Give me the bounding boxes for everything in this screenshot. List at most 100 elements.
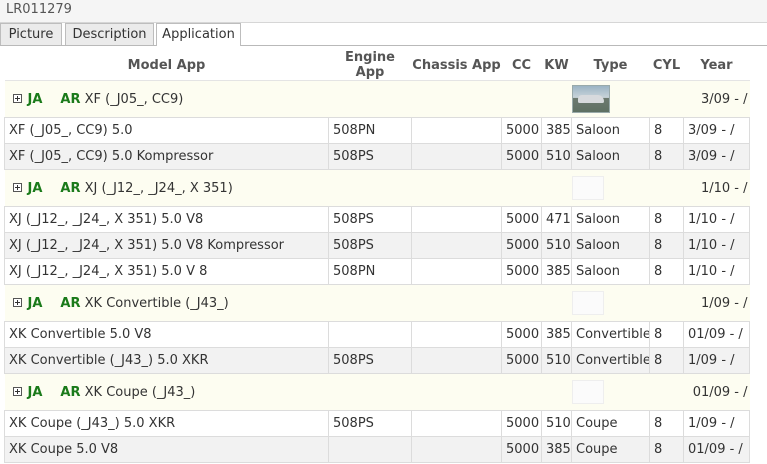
group-model-name: XJ (_J12_, _J24_, X 351) xyxy=(84,180,233,196)
cell-cyl: 8 xyxy=(649,143,684,170)
brand-name-start: JA xyxy=(27,91,43,107)
cell-cc: 5000 xyxy=(501,321,542,348)
cell-kw: 385 xyxy=(541,117,572,144)
brand-name-start: JA xyxy=(27,295,43,311)
cell-kw: 510 xyxy=(541,143,572,170)
expand-icon[interactable] xyxy=(12,93,22,103)
group-year: 1/09 - / xyxy=(649,284,750,322)
cell-cc: 5000 xyxy=(501,232,542,259)
cell-cc: 5000 xyxy=(501,117,542,144)
cell-kw: 385 xyxy=(541,321,572,348)
expand-icon[interactable] xyxy=(12,297,22,307)
cell-cc: 5000 xyxy=(501,143,542,170)
col-header-type: Type xyxy=(571,50,650,81)
group-model-name: XK Convertible (_J43_) xyxy=(84,295,229,311)
group-model-name: XF (_J05_, CC9) xyxy=(84,91,184,107)
cell-model: XF (_J05_, CC9) 5.0 xyxy=(4,117,329,144)
group-row[interactable]: JA AR XK Coupe (_J43_) 01/09 - / xyxy=(4,373,750,411)
group-title-cell[interactable]: JA AR XF (_J05_, CC9) xyxy=(4,80,572,118)
cell-cyl: 8 xyxy=(649,347,684,374)
no-image-placeholder-icon xyxy=(571,380,604,404)
cell-cyl: 8 xyxy=(649,232,684,259)
cell-year: 1/10 - / xyxy=(683,232,750,259)
table-row[interactable]: XK Coupe (_J43_) 5.0 XKR 508PS 5000 510 Coup… xyxy=(4,410,750,437)
table-row[interactable]: XJ (_J12_, _J24_, X 351) 5.0 V8 Kompress… xyxy=(4,232,750,259)
cell-cyl: 8 xyxy=(649,321,684,348)
brand-name-end: AR xyxy=(60,180,81,196)
cell-engine: 508PS xyxy=(328,143,412,170)
cell-model: XJ (_J12_, _J24_, X 351) 5.0 V8 Kompress… xyxy=(4,232,329,259)
cell-chassis xyxy=(411,347,502,374)
car-thumbnail-image[interactable] xyxy=(571,85,610,113)
part-number: LR011279 xyxy=(6,2,72,17)
header-bar: LR011279 xyxy=(0,0,767,23)
application-table: Model App Engine App Chassis App CC KW T… xyxy=(4,50,750,463)
cell-cc: 5000 xyxy=(501,410,542,437)
tab-description[interactable]: Description xyxy=(65,23,154,45)
cell-cyl: 8 xyxy=(649,206,684,233)
cell-engine xyxy=(328,321,412,348)
table-row[interactable]: XF (_J05_, CC9) 5.0 Kompressor 508PS 5000 5… xyxy=(4,143,750,170)
table-row[interactable]: XK Convertible (_J43_) 5.0 XKR 508PS 5000 5… xyxy=(4,347,750,374)
cell-model: XK Convertible (_J43_) 5.0 XKR xyxy=(4,347,329,374)
cell-type: Coupe xyxy=(571,436,650,463)
no-image-placeholder-icon xyxy=(571,176,604,200)
cell-year: 01/09 - / xyxy=(683,436,750,463)
group-model-name: XK Coupe (_J43_) xyxy=(84,384,196,400)
cell-cyl: 8 xyxy=(649,436,684,463)
group-row[interactable]: JA AR XK Convertible (_J43_) 1/09 - / xyxy=(4,284,750,322)
cell-type: Saloon xyxy=(571,258,650,285)
cell-year: 3/09 - / xyxy=(683,117,750,144)
group-row[interactable]: JA AR XF (_J05_, CC9) 3/09 - / xyxy=(4,80,750,118)
tab-bar: Picture Description Application xyxy=(0,23,767,46)
cell-model: XK Coupe (_J43_) 5.0 XKR xyxy=(4,410,329,437)
cell-year: 1/09 - / xyxy=(683,410,750,437)
cell-engine xyxy=(328,436,412,463)
col-header-cc: CC xyxy=(501,50,542,81)
cell-cyl: 8 xyxy=(649,258,684,285)
expand-icon[interactable] xyxy=(12,182,22,192)
cell-type: Saloon xyxy=(571,117,650,144)
tab-application[interactable]: Application xyxy=(156,23,241,46)
cell-kw: 385 xyxy=(541,436,572,463)
no-image-placeholder-icon xyxy=(571,291,604,315)
cell-cyl: 8 xyxy=(649,410,684,437)
brand-name-end: AR xyxy=(60,295,81,311)
table-row[interactable]: XJ (_J12_, _J24_, X 351) 5.0 V8 508PS 5000… xyxy=(4,206,750,233)
cell-year: 1/10 - / xyxy=(683,258,750,285)
table-row[interactable]: XK Coupe 5.0 V8 5000 385 Coupe 8 01/09 - / xyxy=(4,436,750,463)
cell-year: 01/09 - / xyxy=(683,321,750,348)
table-row[interactable]: XJ (_J12_, _J24_, X 351) 5.0 V 8 508PN 500… xyxy=(4,258,750,285)
group-image-cell xyxy=(571,80,650,118)
table-row[interactable]: XK Convertible 5.0 V8 5000 385 Convertible 8… xyxy=(4,321,750,348)
cell-kw: 510 xyxy=(541,232,572,259)
cell-engine: 508PS xyxy=(328,410,412,437)
cell-year: 3/09 - / xyxy=(683,143,750,170)
group-row[interactable]: JA AR XJ (_J12_, _J24_, X 351) 1/10 - / xyxy=(4,169,750,207)
cell-engine: 508PN xyxy=(328,117,412,144)
col-header-kw: KW xyxy=(541,50,572,81)
cell-type: Saloon xyxy=(571,232,650,259)
group-image-cell xyxy=(571,169,650,207)
brand-name-start: JA xyxy=(27,180,43,196)
group-image-cell xyxy=(571,373,650,411)
cell-kw: 385 xyxy=(541,258,572,285)
cell-engine: 508PS xyxy=(328,232,412,259)
cell-model: XK Coupe 5.0 V8 xyxy=(4,436,329,463)
cell-cc: 5000 xyxy=(501,206,542,233)
cell-type: Convertible xyxy=(571,347,650,374)
col-header-year: Year xyxy=(683,50,750,81)
cell-chassis xyxy=(411,410,502,437)
cell-model: XF (_J05_, CC9) 5.0 Kompressor xyxy=(4,143,329,170)
group-title-cell[interactable]: JA AR XJ (_J12_, _J24_, X 351) xyxy=(4,169,572,207)
table-row[interactable]: XF (_J05_, CC9) 5.0 508PN 5000 385 Saloon 8 3/… xyxy=(4,117,750,144)
cell-kw: 510 xyxy=(541,410,572,437)
group-title-cell[interactable]: JA AR XK Convertible (_J43_) xyxy=(4,284,572,322)
tab-picture[interactable]: Picture xyxy=(0,23,62,45)
application-table-container: Model App Engine App Chassis App CC KW T… xyxy=(4,50,750,463)
expand-icon[interactable] xyxy=(12,386,22,396)
col-header-chassis: Chassis App xyxy=(411,50,502,81)
cell-model: XK Convertible 5.0 V8 xyxy=(4,321,329,348)
cell-chassis xyxy=(411,321,502,348)
group-title-cell[interactable]: JA AR XK Coupe (_J43_) xyxy=(4,373,572,411)
